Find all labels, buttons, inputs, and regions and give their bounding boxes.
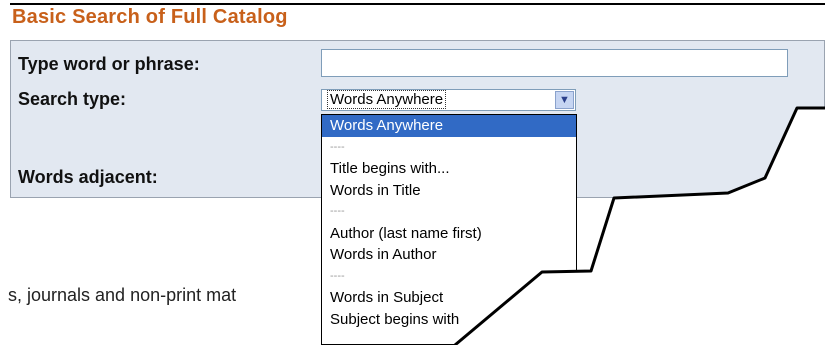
torn-edge-overlay — [454, 106, 825, 345]
